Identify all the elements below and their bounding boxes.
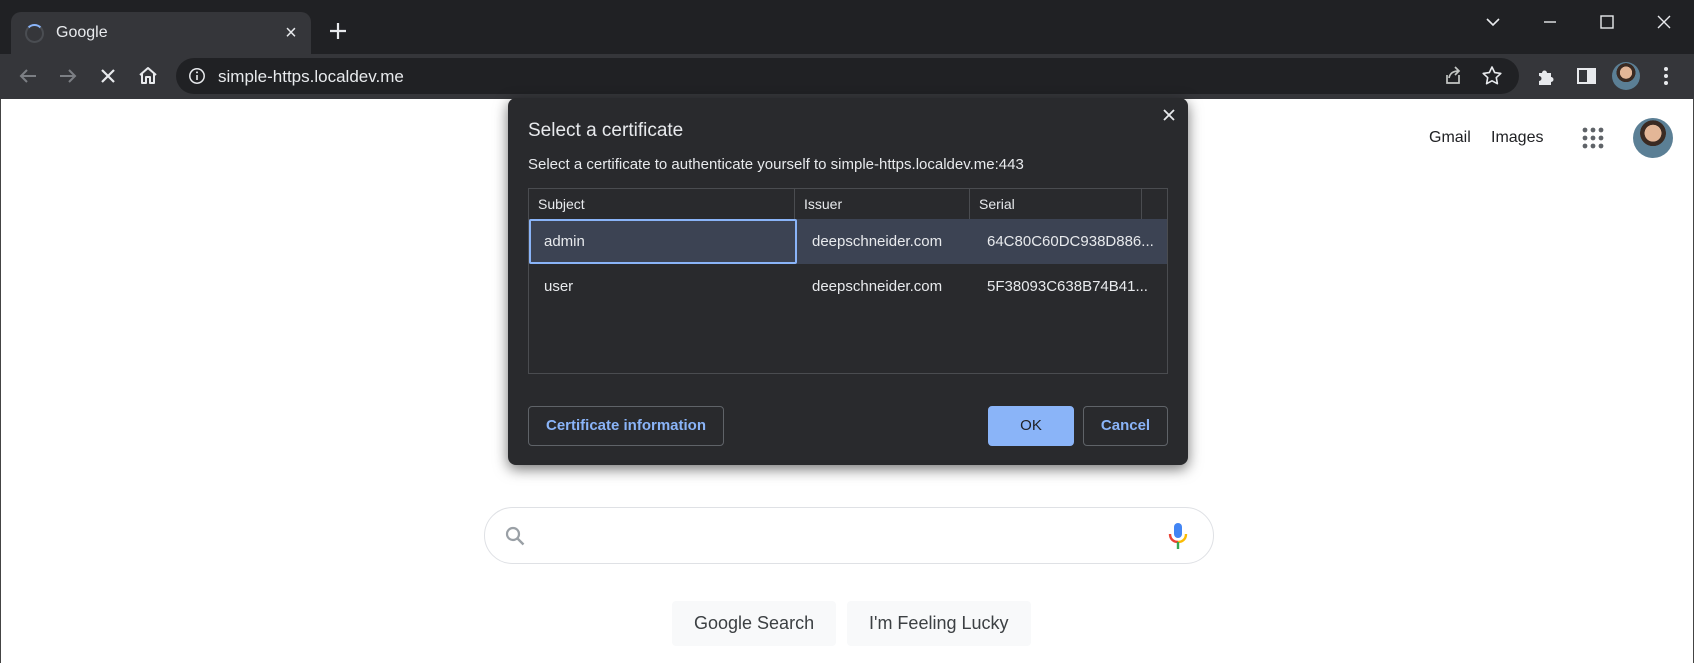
- table-row[interactable]: user deepschneider.com 5F38093C638B74B41…: [529, 264, 1167, 309]
- feeling-lucky-button[interactable]: I'm Feeling Lucky: [847, 601, 1031, 646]
- column-header-serial[interactable]: Serial: [970, 189, 1142, 219]
- cancel-button[interactable]: Cancel: [1083, 406, 1168, 446]
- google-account-avatar[interactable]: [1633, 118, 1673, 158]
- select-certificate-dialog: Select a certificate Select a certificat…: [508, 98, 1188, 465]
- tab-title: Google: [56, 24, 108, 41]
- certificate-table: Subject Issuer Serial admin deepschneide…: [528, 188, 1168, 374]
- home-icon[interactable]: [132, 60, 164, 92]
- tab-search-chevron-icon[interactable]: [1473, 6, 1513, 38]
- share-icon[interactable]: [1441, 64, 1465, 88]
- microphone-icon[interactable]: [1167, 521, 1189, 551]
- forward-arrow-icon[interactable]: [52, 60, 84, 92]
- google-search-button[interactable]: Google Search: [672, 601, 837, 646]
- back-arrow-icon[interactable]: [12, 60, 44, 92]
- dialog-title: Select a certificate: [528, 120, 684, 141]
- browser-tab[interactable]: Google ×: [11, 12, 311, 54]
- tab-strip: Google ×: [0, 0, 1694, 54]
- site-info-icon[interactable]: [188, 67, 206, 85]
- cell-subject: admin: [529, 219, 797, 264]
- close-window-icon[interactable]: [1644, 6, 1684, 38]
- cell-issuer: deepschneider.com: [812, 233, 943, 250]
- bookmark-star-icon[interactable]: [1480, 64, 1504, 88]
- column-header-issuer[interactable]: Issuer: [795, 189, 970, 219]
- browser-toolbar: simple-https.localdev.me: [0, 54, 1694, 99]
- address-bar[interactable]: simple-https.localdev.me: [176, 58, 1519, 94]
- more-menu-icon[interactable]: [1650, 60, 1682, 92]
- url-text[interactable]: simple-https.localdev.me: [218, 67, 404, 87]
- table-row[interactable]: admin deepschneider.com 64C80C60DC938D88…: [529, 219, 1167, 264]
- minimize-icon[interactable]: [1530, 6, 1570, 38]
- search-icon: [505, 526, 525, 546]
- stop-loading-icon[interactable]: [92, 60, 124, 92]
- maximize-icon[interactable]: [1587, 6, 1627, 38]
- apps-grid-icon[interactable]: [1581, 126, 1605, 150]
- ok-button[interactable]: OK: [988, 406, 1074, 446]
- loading-spinner-icon: [25, 24, 44, 43]
- extensions-icon[interactable]: [1530, 60, 1562, 92]
- column-header-subject[interactable]: Subject: [529, 189, 795, 219]
- cell-issuer: deepschneider.com: [812, 278, 943, 295]
- dialog-description: Select a certificate to authenticate you…: [528, 156, 1024, 173]
- certificate-information-button[interactable]: Certificate information: [528, 406, 724, 446]
- images-link[interactable]: Images: [1491, 129, 1543, 147]
- table-header: Subject Issuer Serial: [529, 189, 1167, 219]
- tab-close-icon[interactable]: ×: [279, 21, 303, 45]
- search-box[interactable]: [484, 507, 1214, 564]
- dialog-close-icon[interactable]: [1158, 104, 1180, 126]
- new-tab-icon[interactable]: [325, 18, 351, 44]
- gmail-link[interactable]: Gmail: [1429, 129, 1471, 147]
- cell-serial: 64C80C60DC938D886...: [987, 233, 1154, 250]
- cell-serial: 5F38093C638B74B41...: [987, 278, 1148, 295]
- profile-avatar[interactable]: [1612, 62, 1640, 90]
- cell-subject: user: [544, 278, 574, 295]
- side-panel-icon[interactable]: [1570, 60, 1602, 92]
